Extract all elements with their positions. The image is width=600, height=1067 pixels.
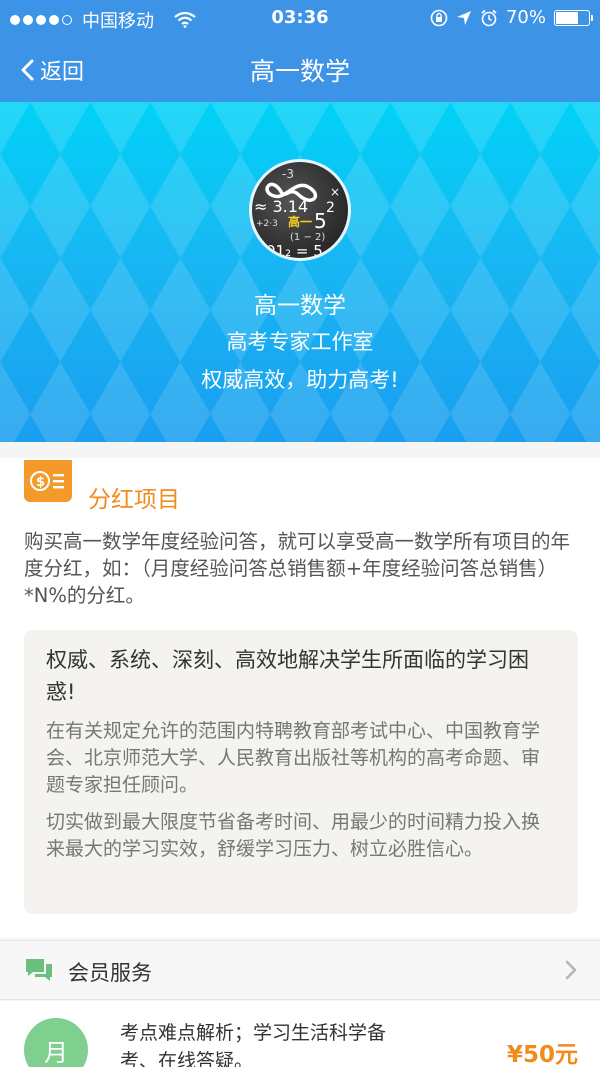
dividend-icon: $ <box>24 460 72 502</box>
profile-header: -3 × ≈ 3.14 2 +2·3 高一 5 (1 − 2) 01₂ = 5 … <box>0 102 600 442</box>
quote-paragraph: 切实做到最大限度节省备考时间、用最少的时间精力投入换来最大的学习实效，舒缓学习压… <box>46 811 541 860</box>
battery-icon <box>554 9 593 26</box>
quote-paragraph: 在有关规定允许的范围内特聘教育部考试中心、中国教育学会、北京师范大学、人民教育出… <box>46 720 541 796</box>
location-icon <box>456 10 471 25</box>
member-service-label: 会员服务 <box>68 961 152 985</box>
bonus-title: 分红项目 <box>88 487 180 513</box>
member-service-row[interactable]: 会员服务 <box>0 940 600 1000</box>
svg-text:5: 5 <box>314 209 327 233</box>
alarm-icon <box>481 9 497 26</box>
avatar: -3 × ≈ 3.14 2 +2·3 高一 5 (1 − 2) 01₂ = 5 <box>249 159 351 261</box>
course-name: 高一数学 <box>254 293 346 319</box>
navigation-bar: 返回 高一数学 <box>0 36 600 102</box>
bonus-description: 购买高一数学年度经验问答，就可以享受高一数学所有项目的年度分红，如：（月度经验问… <box>24 530 571 607</box>
avatar-overlay-text: 高一 <box>288 214 312 229</box>
course-organization: 高考专家工作室 <box>226 330 374 354</box>
svg-text:$: $ <box>36 475 45 490</box>
svg-text:≈ 3.14: ≈ 3.14 <box>254 197 308 216</box>
svg-text:-3: -3 <box>282 167 294 181</box>
system-indicators: 70% <box>430 7 593 28</box>
chat-bubbles-icon <box>26 959 52 981</box>
feature-quote-box: 权威、系统、深刻、高效地解决学生所面临的学习困惑! 在有关规定允许的范围内特聘教… <box>24 630 578 914</box>
status-bar: 中国移动 03:36 70% <box>0 0 600 36</box>
quote-heading: 权威、系统、深刻、高效地解决学生所面临的学习困惑! <box>46 648 529 704</box>
battery-percent: 70% <box>505 7 546 28</box>
svg-text:+2·3: +2·3 <box>256 219 278 229</box>
plan-description: 考点难点解析；学习生活科学备考、在线答疑。 <box>120 1022 387 1067</box>
course-slogan: 权威高效，助力高考! <box>201 368 399 392</box>
bonus-section: $ 分红项目 购买高一数学年度经验问答，就可以享受高一数学所有项目的年度分红，如… <box>0 442 600 938</box>
plan-period-badge: 月 <box>24 1018 88 1067</box>
monthly-plan-item[interactable]: 月 考点难点解析；学习生活科学备考、在线答疑。 ¥50元 <box>0 1001 600 1067</box>
svg-text:×: × <box>330 185 340 199</box>
svg-text:2: 2 <box>326 200 335 216</box>
plan-price: ¥50元 <box>506 1042 578 1067</box>
math-avatar-image: -3 × ≈ 3.14 2 +2·3 高一 5 (1 − 2) 01₂ = 5 <box>254 167 340 258</box>
page-title: 高一数学 <box>249 57 350 86</box>
chevron-right-icon <box>565 960 577 980</box>
orientation-lock-icon <box>430 9 448 26</box>
